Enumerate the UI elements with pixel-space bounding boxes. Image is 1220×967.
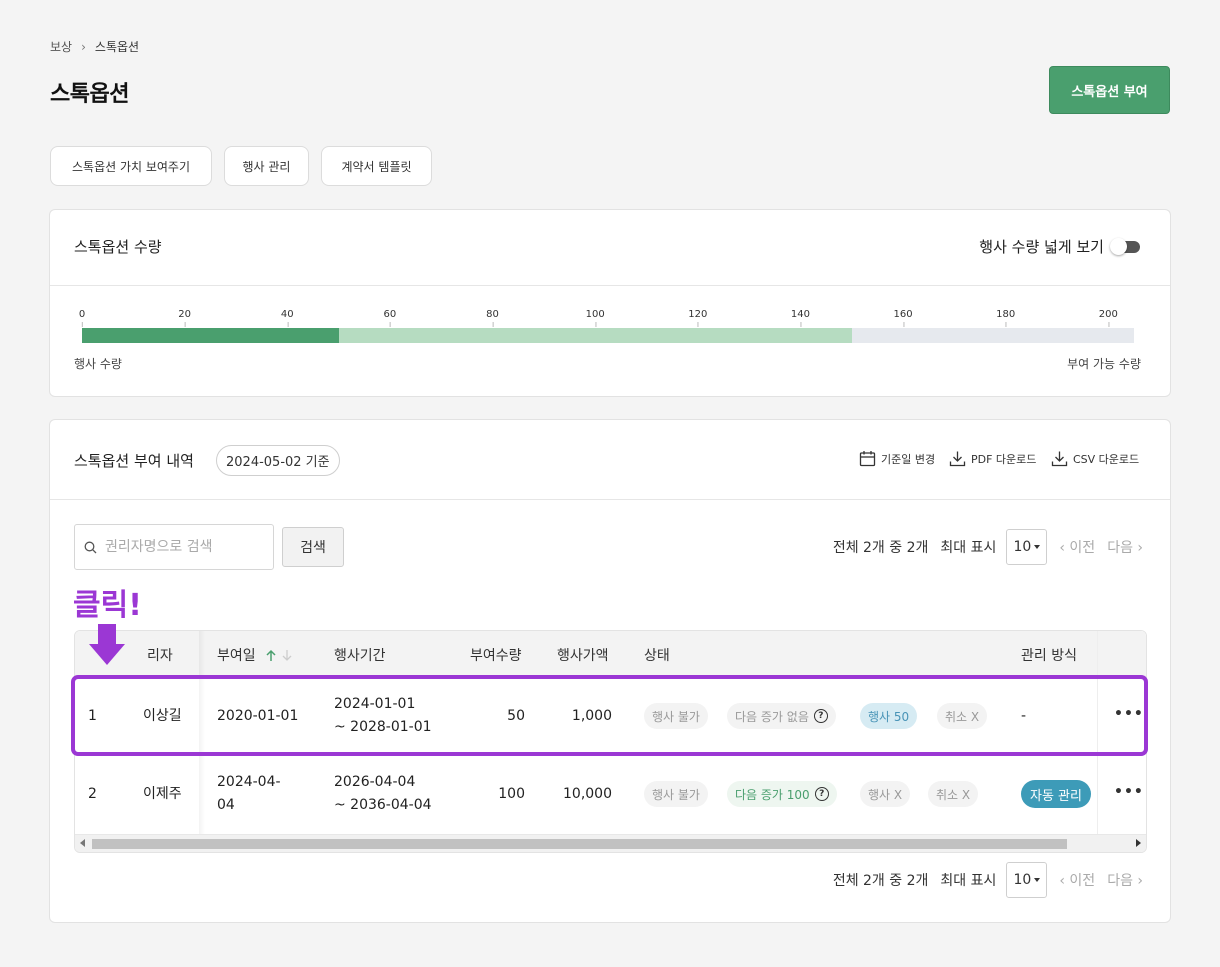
- page-size-label: 최대 표시: [940, 540, 997, 556]
- sort-icon: [265, 649, 293, 662]
- holder-search-input[interactable]: [105, 539, 265, 555]
- axis-tick-label: 0: [78, 309, 86, 327]
- exercised-quantity-label: 행사 수량: [74, 357, 122, 371]
- scroll-thumb[interactable]: [92, 839, 1067, 849]
- exercised-quantity-segment: [82, 328, 339, 343]
- exercise-management-button[interactable]: 행사 관리: [224, 146, 309, 186]
- exercise-period-end: ~ 2036-04-04: [334, 797, 432, 813]
- csv-download-action[interactable]: CSV 다운로드: [1051, 450, 1139, 467]
- row-number: 2: [88, 786, 97, 802]
- col-quantity: 부여수량: [470, 648, 522, 664]
- col-price: 행사가액: [557, 648, 609, 664]
- exercise-period-start: 2026-04-04: [334, 774, 416, 790]
- axis-tick-label: 40: [280, 309, 294, 327]
- change-date-action[interactable]: 기준일 변경: [859, 450, 935, 467]
- pdf-download-label: PDF 다운로드: [971, 452, 1037, 466]
- auto-manage-badge[interactable]: 자동 관리: [1021, 780, 1091, 808]
- quantity-bar: [82, 328, 1134, 343]
- quantity-card-header: 스톡옵션 수량 행사 수량 넓게 보기: [50, 210, 1170, 286]
- show-option-value-button[interactable]: 스톡옵션 가치 보여주기: [50, 146, 212, 186]
- download-icon: [1051, 451, 1068, 467]
- pagination-top: 전체 2개 중 2개 최대 표시 10 ‹ 이전 다음 ›: [833, 529, 1143, 565]
- status-badge: 행사 불가: [644, 781, 708, 807]
- grant-history-header: 스톡옵션 부여 내역 2024-05-02 기준 기준일 변경 PDF 다운로드…: [50, 420, 1170, 500]
- holder-name: 이제주: [143, 786, 182, 802]
- click-annotation-label: 클릭!: [73, 588, 142, 623]
- breadcrumb-parent[interactable]: 보상: [50, 38, 72, 55]
- grant-stock-option-button[interactable]: 스톡옵션 부여: [1049, 66, 1170, 114]
- grant-quantity: 100: [498, 786, 525, 802]
- axis-tick-label: 120: [688, 309, 708, 327]
- status-badge-label: 다음 증가 100: [735, 787, 810, 802]
- col-grant-date[interactable]: 부여일: [217, 645, 293, 665]
- axis-tick-label: 160: [893, 309, 913, 327]
- breadcrumb: 보상 › 스톡옵션: [50, 38, 139, 55]
- next-page-link[interactable]: 다음 ›: [1107, 537, 1143, 557]
- col-manage: 관리 방식: [1021, 648, 1077, 664]
- page-size-value: 10: [1013, 872, 1032, 888]
- axis-tick-label: 60: [383, 309, 397, 327]
- col-status: 상태: [644, 648, 670, 664]
- col-exercise-period: 행사기간: [334, 648, 386, 664]
- status-badge: 취소 X: [928, 781, 979, 807]
- page-size-select[interactable]: 10: [1006, 529, 1048, 565]
- change-date-label: 기준일 변경: [881, 452, 936, 466]
- page-size-value: 10: [1013, 539, 1032, 555]
- download-icon: [949, 451, 966, 467]
- next-page-link[interactable]: 다음 ›: [1107, 870, 1143, 890]
- table-header: 리자 부여일 행사기간 부여수량 행사가액 상태 관리 방식: [75, 631, 1146, 677]
- grant-date-line2: 04: [217, 797, 235, 813]
- holder-search-box: [74, 524, 274, 570]
- arrow-down-icon: [89, 624, 125, 665]
- scroll-left-icon[interactable]: [80, 839, 85, 847]
- grant-date: 2024-04-: [217, 774, 281, 790]
- actions-header: [1098, 631, 1146, 677]
- axis-tick-label: 140: [790, 309, 810, 327]
- status-badge: 행사 X: [860, 781, 911, 807]
- quantity-axis: 0 20 40 60 80 100 120 140 160 180 200: [78, 309, 1134, 327]
- axis-tick-label: 20: [178, 309, 191, 327]
- horizontal-scrollbar[interactable]: [75, 834, 1146, 852]
- exercise-price: 10,000: [563, 786, 612, 802]
- total-count: 전체 2개 중 2개: [832, 540, 929, 556]
- quantity-card-title: 스톡옵션 수량: [74, 238, 162, 256]
- scroll-right-icon[interactable]: [1136, 839, 1141, 847]
- prev-page-link[interactable]: ‹ 이전: [1059, 537, 1095, 557]
- axis-tick-label: 100: [585, 309, 605, 327]
- wide-view-toggle-label: 행사 수량 넓게 보기: [979, 238, 1104, 256]
- page-size-select[interactable]: 10: [1006, 862, 1048, 898]
- search-icon: [84, 541, 97, 553]
- status-badge: 다음 증가 100?: [727, 781, 837, 807]
- more-icon[interactable]: •••: [1114, 784, 1144, 800]
- pagination-bottom: 전체 2개 중 2개 최대 표시 10 ‹ 이전 다음 ›: [833, 862, 1143, 898]
- axis-tick-label: 80: [486, 309, 499, 327]
- grant-history-card: 스톡옵션 부여 내역 2024-05-02 기준 기준일 변경 PDF 다운로드…: [49, 419, 1171, 923]
- caret-down-icon: [1034, 545, 1041, 549]
- page-size-label: 최대 표시: [940, 873, 997, 889]
- contract-template-button[interactable]: 계약서 템플릿: [321, 146, 432, 186]
- table-row[interactable]: 2 이제주 2024-04- 04 2026-04-04 ~ 2036-04-0…: [75, 755, 1146, 833]
- toggle-knob: [1110, 238, 1127, 255]
- col-holder[interactable]: 리자: [147, 645, 173, 665]
- pdf-download-action[interactable]: PDF 다운로드: [949, 450, 1036, 467]
- col-grant-date-label: 부여일: [217, 648, 256, 664]
- prev-page-link[interactable]: ‹ 이전: [1059, 870, 1095, 890]
- axis-tick-label: 200: [1098, 309, 1118, 327]
- total-count: 전체 2개 중 2개: [832, 873, 929, 889]
- available-quantity-label: 부여 가능 수량: [1067, 357, 1141, 371]
- stock-option-quantity-card: 스톡옵션 수량 행사 수량 넓게 보기 0 20 40 60 80 100 120 140 16…: [49, 209, 1171, 397]
- csv-download-label: CSV 다운로드: [1073, 452, 1140, 466]
- wide-view-toggle[interactable]: [1110, 238, 1140, 255]
- calendar-icon: [859, 451, 876, 467]
- breadcrumb-current: 스톡옵션: [94, 40, 140, 54]
- row-highlight-annotation: [71, 675, 1148, 756]
- page-title: 스톡옵션: [50, 82, 129, 107]
- search-button[interactable]: 검색: [282, 527, 344, 567]
- chevron-right-icon: ›: [81, 39, 86, 54]
- caret-down-icon: [1034, 878, 1041, 882]
- help-icon[interactable]: ?: [814, 787, 829, 801]
- reference-date-pill: 2024-05-02 기준: [216, 445, 340, 476]
- axis-tick-label: 180: [996, 309, 1016, 327]
- grant-history-title: 스톡옵션 부여 내역: [74, 452, 194, 470]
